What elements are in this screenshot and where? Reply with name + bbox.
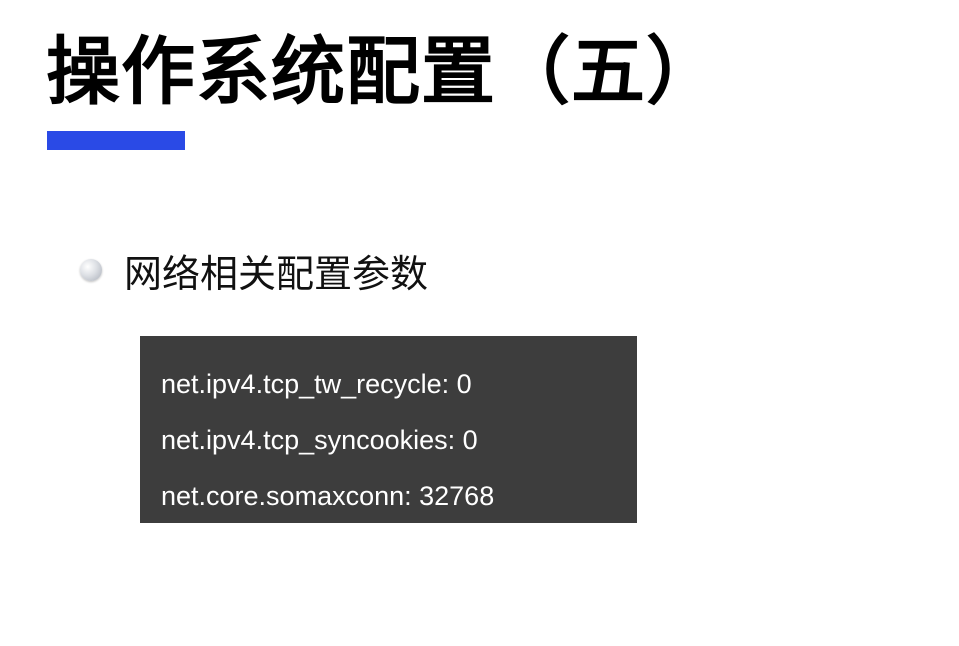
code-line: net.ipv4.tcp_tw_recycle: 0 (161, 369, 472, 399)
code-block: net.ipv4.tcp_tw_recycle: 0 net.ipv4.tcp_… (140, 336, 637, 523)
bullet-text: 网络相关配置参数 (124, 251, 429, 296)
code-line: net.ipv4.tcp_syncookies: 0 (161, 425, 478, 455)
code-line: net.core.somaxconn: 32768 (161, 481, 495, 511)
bullet-item: 网络相关配置参数 (80, 242, 428, 298)
slide-title: 操作系统配置（五） (46, 29, 721, 115)
title-accent-bar (47, 131, 185, 150)
bullet-dot-icon (80, 259, 102, 281)
